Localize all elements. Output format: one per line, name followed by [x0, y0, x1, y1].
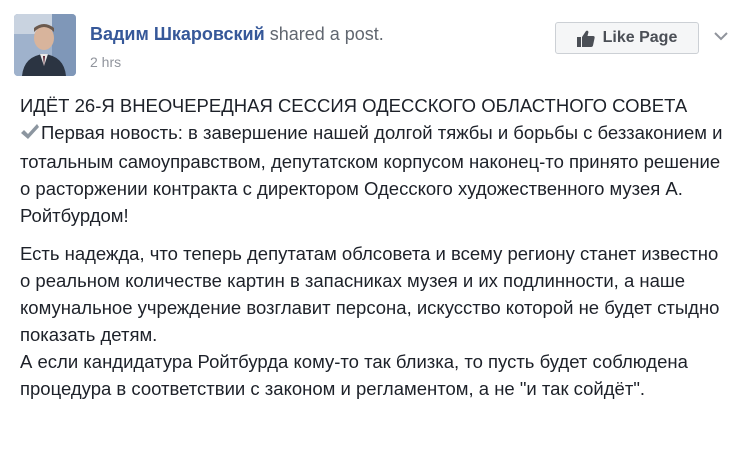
like-page-button[interactable]: Like Page [555, 22, 699, 54]
thumbs-up-icon [576, 30, 595, 47]
author-line: Вадим Шкаровский shared a post. [90, 24, 384, 45]
post-header: Вадим Шкаровский shared a post. 2 hrs Li… [14, 14, 728, 78]
post-timestamp[interactable]: 2 hrs [90, 54, 121, 70]
post-title-line: ИДЁТ 26-Я ВНЕОЧЕРЕДНАЯ СЕССИЯ ОДЕССКОГО … [20, 95, 688, 116]
shared-action-text: shared a post. [269, 24, 384, 44]
paragraph-1: Есть надежда, что теперь депутатам облсо… [20, 243, 720, 345]
avatar[interactable] [14, 14, 76, 76]
chevron-down-icon[interactable] [714, 28, 728, 46]
author-name-link[interactable]: Вадим Шкаровский [90, 24, 265, 44]
news-item-text: Первая новость: в завершение нашей долго… [20, 122, 723, 226]
paragraph-2: А если кандидатура Ройтбурда кому-то так… [20, 351, 688, 399]
avatar-image [14, 14, 76, 76]
check-mark-icon [20, 121, 40, 148]
like-page-label: Like Page [602, 29, 678, 46]
news-item: Первая новость: в завершение нашей долго… [20, 119, 728, 229]
post-body: ИДЁТ 26-Я ВНЕОЧЕРЕДНАЯ СЕССИЯ ОДЕССКОГО … [20, 92, 728, 402]
